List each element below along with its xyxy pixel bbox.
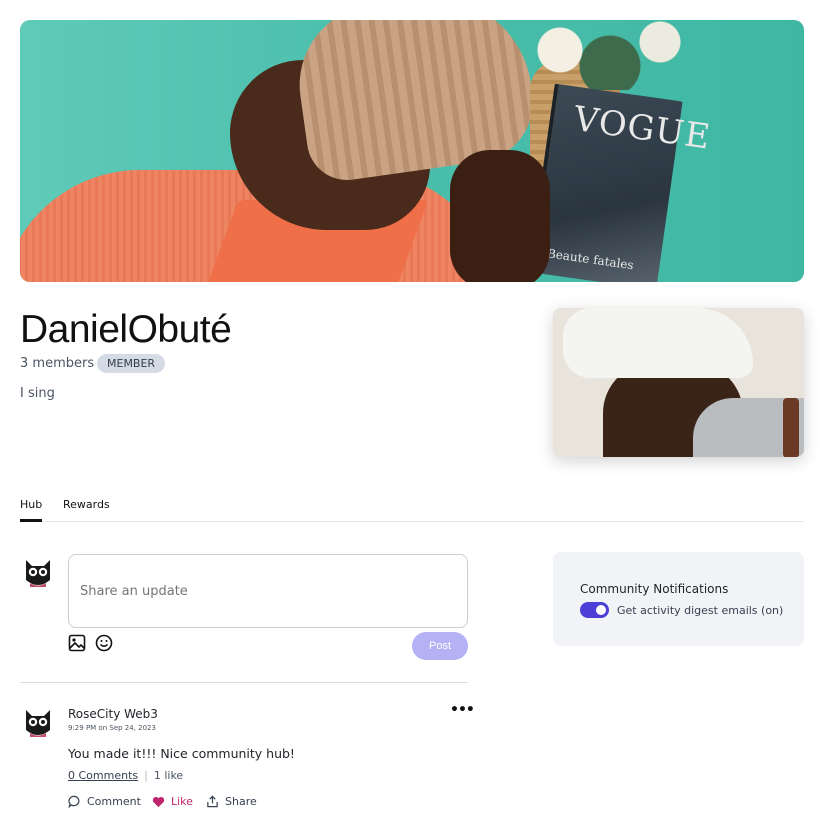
post-body: You made it!!! Nice community hub! (68, 746, 295, 761)
post-button[interactable]: Post (412, 632, 468, 660)
share-update-input[interactable] (68, 554, 468, 628)
comment-icon (68, 795, 80, 808)
share-label: Share (225, 795, 257, 808)
role-badge: MEMBER (97, 354, 166, 373)
toggle-knob (596, 605, 606, 615)
post-author-avatar-icon[interactable] (20, 704, 56, 740)
heart-icon (152, 796, 165, 807)
comments-link[interactable]: 0 Comments (68, 769, 138, 782)
like-button[interactable]: Like (152, 795, 193, 808)
cover-banner: VOGUE Beaute fatales (20, 20, 804, 282)
comment-button[interactable]: Comment (68, 795, 141, 808)
post-timestamp: 9:29 PM on Sep 24, 2023 (68, 724, 156, 732)
community-description: I sing (20, 386, 55, 401)
post-meta: 0 Comments | 1 like (68, 769, 183, 782)
post-author[interactable]: RoseCity Web3 (68, 707, 158, 721)
avatar-cap (563, 308, 753, 378)
user-avatar-icon (26, 560, 50, 587)
banner-hand (450, 150, 550, 282)
comment-label: Comment (87, 795, 141, 808)
notifications-title: Community Notifications (580, 582, 729, 596)
banner-magazine: VOGUE Beaute fatales (532, 84, 713, 282)
digest-email-label: Get activity digest emails (on) (617, 604, 784, 617)
magazine-subtitle: Beaute fatales (546, 246, 635, 273)
like-label: Like (171, 795, 193, 808)
avatar-background-post (783, 398, 799, 457)
tab-rewards[interactable]: Rewards (63, 498, 110, 519)
likes-count[interactable]: 1 like (154, 769, 183, 782)
notifications-card: Community Notifications Get activity dig… (553, 552, 804, 646)
meta-separator: | (144, 769, 148, 782)
image-icon[interactable] (68, 634, 86, 652)
banner-flowers (500, 20, 700, 90)
share-icon (207, 795, 218, 808)
tab-bar: Hub Rewards (20, 498, 804, 522)
emoji-icon[interactable] (95, 634, 113, 652)
magazine-title: VOGUE (571, 98, 714, 158)
member-count: 3 members (20, 356, 95, 371)
digest-email-toggle[interactable] (580, 602, 609, 618)
feed-divider (20, 682, 468, 683)
tab-hub[interactable]: Hub (20, 498, 43, 522)
community-avatar-photo (553, 308, 804, 457)
community-title: DanielObuté (20, 308, 232, 351)
more-options-icon[interactable]: ••• (450, 702, 475, 718)
share-button[interactable]: Share (206, 795, 257, 808)
